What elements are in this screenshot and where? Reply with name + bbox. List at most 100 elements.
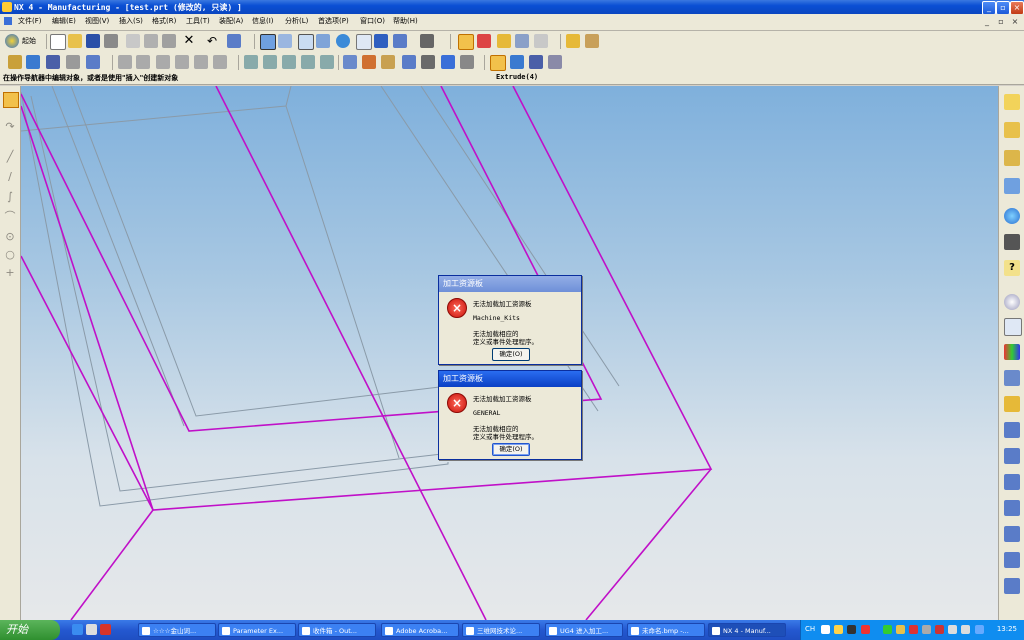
cut-icon[interactable] (126, 34, 140, 48)
machining-method-view-icon[interactable] (548, 55, 562, 69)
error-dialog-2[interactable]: 加工资源板 × 无法加载加工资源板 GENERAL 无法加载相应的 定义或事件处… (438, 370, 582, 460)
close-button[interactable]: × (1010, 1, 1024, 15)
palette-icon[interactable] (1004, 344, 1020, 360)
taskbar-item[interactable]: Adobe Acroba... (381, 623, 459, 637)
taskbar-item[interactable]: ☆☆☆金山词... (138, 623, 216, 637)
print-icon[interactable] (104, 34, 118, 48)
dialog-title[interactable]: 加工资源板 (439, 371, 581, 387)
menu-insert[interactable]: 插入(S) (119, 16, 143, 26)
circle-icon[interactable]: ○ (3, 248, 17, 262)
create-program-icon[interactable] (8, 55, 22, 69)
geometry-view-icon[interactable] (510, 55, 524, 69)
window-title-bar[interactable]: NX 4 - Manufacturing - [test.prt (修改的, 只… (0, 0, 1024, 15)
fit-view-icon[interactable] (260, 34, 276, 50)
menu-view[interactable]: 视图(V) (85, 16, 109, 26)
menu-window[interactable]: 窗口(O) (360, 16, 385, 26)
ok-button[interactable]: 确定(O) (492, 443, 530, 456)
zoom-window-icon[interactable] (278, 34, 292, 48)
web-browser-icon[interactable] (1004, 208, 1020, 224)
menu-file[interactable]: 文件(F) (18, 16, 42, 26)
tray-icon-1[interactable] (821, 625, 830, 634)
verify-toolpath-icon[interactable] (301, 55, 315, 69)
show-hide-icon[interactable] (534, 34, 548, 48)
menu-format[interactable]: 格式(R) (152, 16, 176, 26)
taskbar-item-active[interactable]: NX 4 - Manuf... (708, 623, 786, 637)
sketch-icon[interactable]: ↷ (3, 120, 17, 134)
zoom-in-out-icon[interactable] (316, 34, 330, 48)
network-icon[interactable] (975, 625, 984, 634)
machine-tool-view-icon[interactable] (529, 55, 543, 69)
resource-tool-icon-1[interactable] (1004, 422, 1020, 438)
sketch-active-icon[interactable] (458, 34, 474, 50)
taskbar-item[interactable]: 收件箱 - Out... (298, 623, 376, 637)
tray-icon-6[interactable] (896, 625, 905, 634)
graphics-viewport[interactable]: 加工资源板 × 无法加载加工资源板 Machine_Kits 无法加载相应的 定… (21, 86, 998, 620)
system-materials-icon[interactable] (1004, 318, 1022, 336)
pan-icon[interactable] (356, 34, 372, 50)
ok-button[interactable]: 确定(O) (492, 348, 530, 361)
machine-navigator-icon[interactable] (1004, 178, 1020, 194)
maximize-button[interactable]: ▫ (996, 1, 1010, 15)
menu-analysis[interactable]: 分析(L) (285, 16, 308, 26)
quicklaunch-app-icon[interactable] (100, 624, 111, 635)
create-geometry-icon[interactable] (46, 55, 60, 69)
resource-tool-icon-5[interactable] (1004, 526, 1020, 542)
spline-icon[interactable]: ∫ (3, 190, 17, 204)
list-toolpath-icon[interactable] (282, 55, 296, 69)
operation-navigator-icon[interactable] (490, 55, 506, 71)
wcs-icon[interactable] (497, 34, 511, 48)
quicklaunch-ie-icon[interactable] (72, 624, 83, 635)
new-file-icon[interactable] (50, 34, 66, 50)
tray-icon-5[interactable] (883, 625, 892, 634)
object-display-icon[interactable] (441, 55, 455, 69)
resource-tool-icon-3[interactable] (1004, 474, 1020, 490)
arc-icon[interactable]: ⌒ (3, 210, 17, 224)
resource-tool-icon-4[interactable] (1004, 500, 1020, 516)
cut-object-icon[interactable] (136, 55, 150, 69)
undo-icon[interactable]: ↶ (205, 34, 219, 48)
taskbar-item[interactable]: 未命名.bmp -... (627, 623, 705, 637)
select-filter-icon[interactable] (227, 34, 241, 48)
start-button[interactable]: 开始 (0, 620, 60, 640)
transform-icon[interactable] (460, 55, 474, 69)
language-indicator[interactable]: CH (805, 625, 815, 633)
feedrate-icon[interactable] (402, 55, 416, 69)
error-dialog-1[interactable]: 加工资源板 × 无法加载加工资源板 Machine_Kits 无法加载相应的 定… (438, 275, 582, 365)
create-method-icon[interactable] (66, 55, 80, 69)
simulate-machine-icon[interactable] (320, 55, 334, 69)
save-icon[interactable] (86, 34, 100, 48)
operation-navigator-tab-icon[interactable] (1004, 94, 1020, 110)
point-line-icon[interactable]: ∕ (3, 170, 17, 184)
paste-object-icon[interactable] (175, 55, 189, 69)
start-button-label[interactable]: 起始 (22, 36, 36, 46)
start-app-icon[interactable] (5, 34, 19, 48)
menu-tools[interactable]: 工具(T) (186, 16, 210, 26)
menu-edit[interactable]: 编辑(E) (52, 16, 76, 26)
taskbar-item[interactable]: UG4 进入加工... (545, 623, 623, 637)
postprocess-icon[interactable] (343, 55, 357, 69)
menu-help[interactable]: 帮助(H) (393, 16, 418, 26)
minimize-button[interactable]: _ (982, 1, 996, 15)
doc-restore-button[interactable]: ▫ (996, 17, 1006, 27)
copy-icon[interactable] (144, 34, 158, 48)
training-icon[interactable] (1004, 234, 1020, 250)
resource-tool-icon-6[interactable] (1004, 552, 1020, 568)
select-icon[interactable] (3, 92, 19, 108)
shop-docs-icon[interactable] (362, 55, 376, 69)
point-plus-icon[interactable]: + (3, 266, 17, 280)
dialog-title[interactable]: 加工资源板 (439, 276, 581, 292)
menu-assemblies[interactable]: 装配(A) (219, 16, 243, 26)
tray-icon-4[interactable] (861, 625, 870, 634)
layer-icon[interactable] (515, 34, 529, 48)
delete-object-icon[interactable] (194, 55, 208, 69)
delete-x-icon[interactable]: ✕ (182, 34, 196, 48)
edit-object-icon[interactable] (118, 55, 132, 69)
rename-object-icon[interactable] (213, 55, 227, 69)
resource-tool-icon-7[interactable] (1004, 578, 1020, 594)
shaded-icon[interactable] (374, 34, 388, 48)
taskbar-item[interactable]: Parameter Ex... (218, 623, 296, 637)
rotate-icon[interactable] (336, 34, 350, 48)
resource-tool-icon-2[interactable] (1004, 448, 1020, 464)
process-studio-icon[interactable] (1004, 370, 1020, 386)
tray-icon-7[interactable] (909, 625, 918, 634)
